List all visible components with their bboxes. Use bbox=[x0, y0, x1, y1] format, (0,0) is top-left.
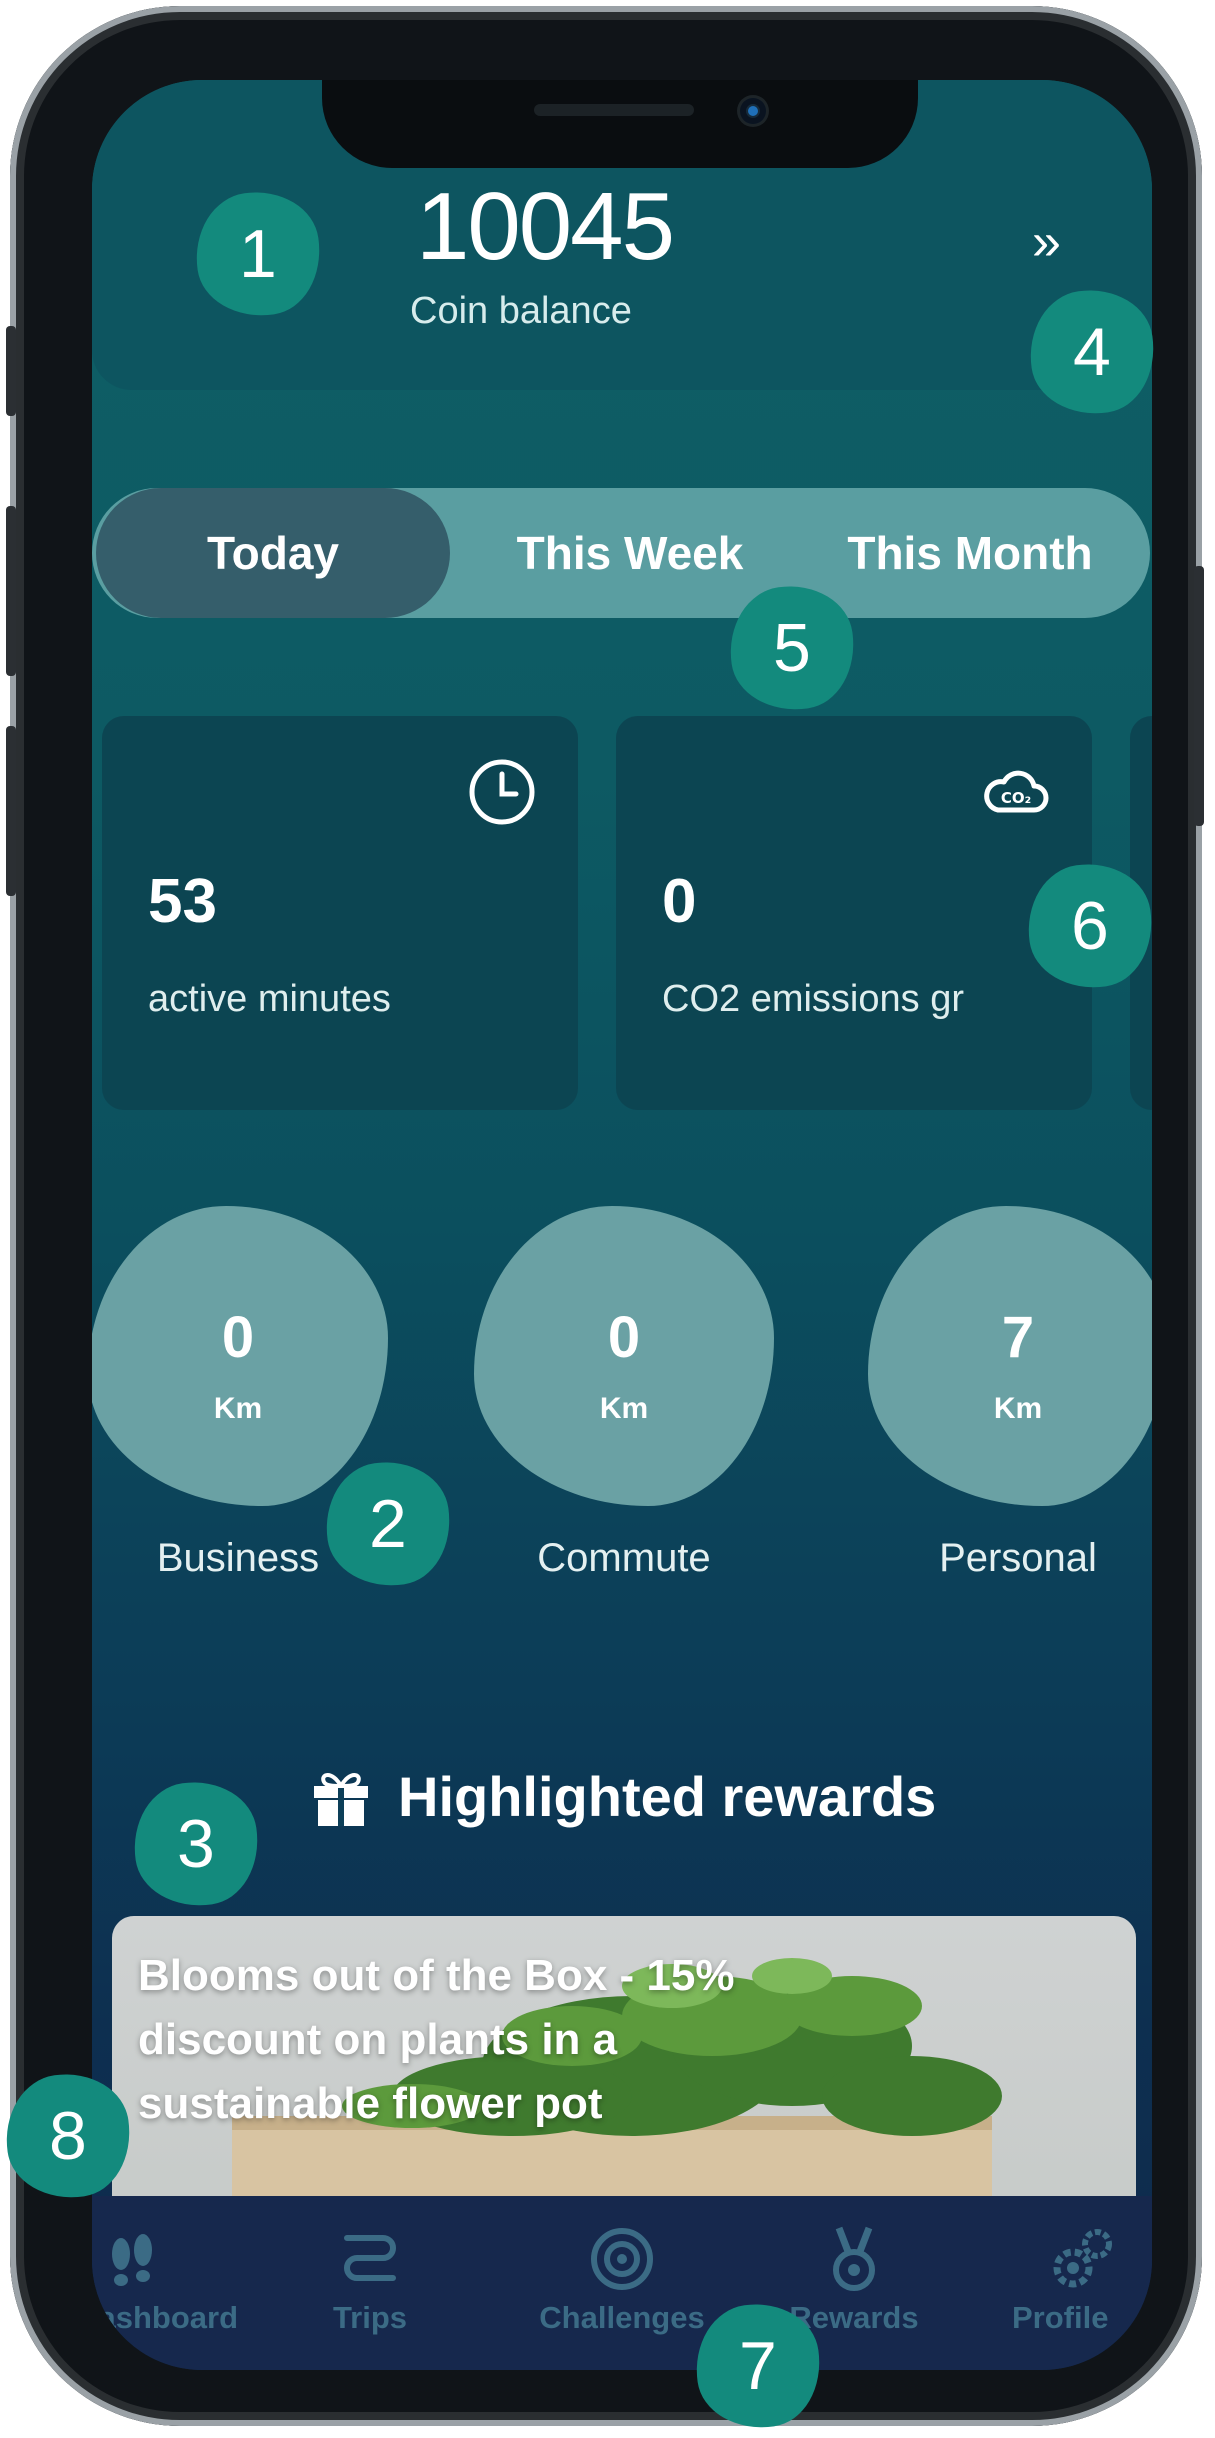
highlighted-rewards-heading: Highlighted rewards bbox=[310, 1764, 936, 1829]
nav-dashboard-label: ashboard bbox=[98, 2300, 238, 2335]
coin-balance-label: Coin balance bbox=[410, 290, 632, 332]
side-button bbox=[6, 326, 16, 416]
active-minutes-label: active minutes bbox=[148, 978, 391, 1020]
tab-today[interactable]: Today bbox=[96, 488, 450, 618]
footprints-icon bbox=[112, 2234, 152, 2286]
commute-label: Commute bbox=[537, 1536, 711, 1580]
double-chevron-right-icon[interactable]: » bbox=[1032, 212, 1061, 272]
business-km-unit: Km bbox=[213, 1392, 263, 1425]
medal-icon bbox=[833, 2226, 875, 2291]
nav-challenges[interactable]: Challenges bbox=[512, 2196, 732, 2370]
gift-icon bbox=[314, 1772, 368, 1826]
tab-this-week[interactable]: This Week bbox=[490, 488, 770, 618]
nav-dashboard[interactable]: ashboard bbox=[92, 2196, 242, 2370]
active-minutes-card[interactable]: 53 active minutes bbox=[102, 716, 578, 1110]
commute-km-unit: Km bbox=[599, 1392, 649, 1425]
nav-profile[interactable]: Profile bbox=[972, 2196, 1152, 2370]
highlighted-rewards-title: Highlighted rewards bbox=[398, 1765, 937, 1828]
camera-icon bbox=[740, 98, 766, 124]
co2-cloud-icon: CO₂ bbox=[984, 770, 1049, 813]
co2-emissions-card[interactable]: CO₂ 0 CO2 emissions gr bbox=[616, 716, 1092, 1110]
phone-notch bbox=[322, 80, 918, 168]
commute-km-value: 0 bbox=[607, 1305, 641, 1370]
route-icon bbox=[344, 2235, 396, 2281]
gears-icon bbox=[1053, 2229, 1112, 2288]
clock-icon bbox=[469, 759, 535, 825]
side-button bbox=[6, 506, 16, 676]
commute-trip-blob[interactable]: 0 Km bbox=[474, 1206, 774, 1506]
personal-label: Personal bbox=[939, 1536, 1097, 1580]
nav-trips[interactable]: Trips bbox=[260, 2196, 480, 2370]
personal-km-unit: Km bbox=[993, 1392, 1043, 1425]
side-button bbox=[6, 726, 16, 896]
nav-profile-label: Profile bbox=[1012, 2300, 1109, 2335]
business-km-value: 0 bbox=[221, 1305, 255, 1370]
co2-emissions-value: 0 bbox=[662, 867, 697, 936]
reward-card[interactable]: Blooms out of the Box - 15% discount on … bbox=[112, 1916, 1136, 2216]
phone-frame: 10045 Coin balance » Today This Week Thi… bbox=[6, 6, 1204, 2426]
side-button bbox=[1194, 566, 1204, 826]
app-screen: 10045 Coin balance » Today This Week Thi… bbox=[92, 80, 1152, 2370]
period-selector: Today This Week This Month bbox=[92, 488, 1150, 618]
svg-text:CO₂: CO₂ bbox=[1001, 789, 1031, 807]
reward-description: Blooms out of the Box - 15% discount on … bbox=[138, 1951, 735, 2128]
personal-km-value: 7 bbox=[1001, 1305, 1035, 1370]
speaker-grille bbox=[534, 104, 694, 116]
tab-this-month[interactable]: This Month bbox=[820, 488, 1120, 618]
nav-trips-label: Trips bbox=[332, 2300, 408, 2335]
personal-trip-blob[interactable]: 7 Km bbox=[868, 1206, 1152, 1506]
co2-emissions-label: CO2 emissions gr bbox=[662, 978, 964, 1020]
coin-balance-value: 10045 bbox=[416, 173, 675, 280]
active-minutes-value: 53 bbox=[148, 867, 217, 936]
nav-challenges-label: Challenges bbox=[539, 2300, 705, 2335]
bottom-navigation: ashboard Trips Challenges Rewards Profil… bbox=[92, 2196, 1152, 2370]
business-trip-blob[interactable]: 0 Km bbox=[92, 1206, 388, 1506]
target-icon bbox=[591, 2228, 653, 2290]
